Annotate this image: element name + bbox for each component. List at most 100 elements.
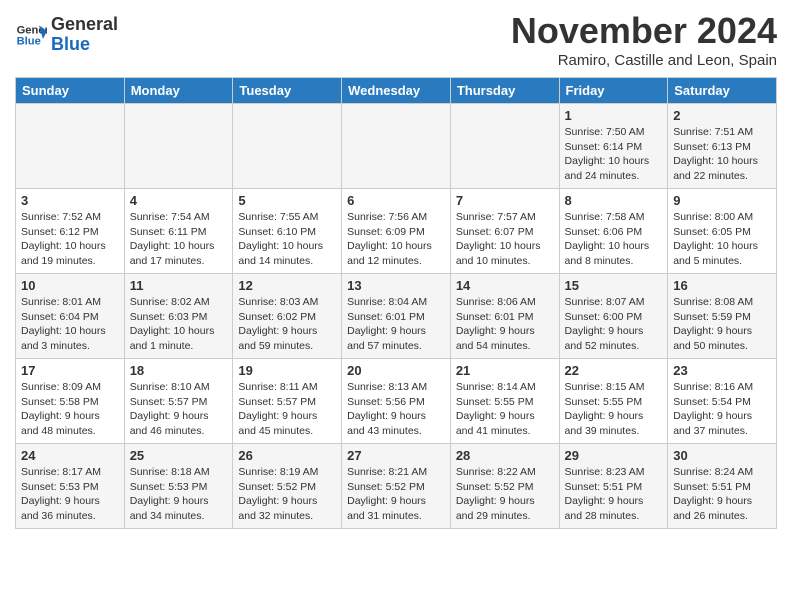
- week-row-3: 10Sunrise: 8:01 AM Sunset: 6:04 PM Dayli…: [16, 274, 777, 359]
- day-cell: 6 Sunrise: 7:56 AM Sunset: 6:09 PM Daylig…: [342, 189, 451, 274]
- day-cell: 18 Sunrise: 8:10 AM Sunset: 5:57 PM Dayli…: [124, 359, 233, 444]
- day-info: Sunrise: 7:56 AM Sunset: 6:09 PM Dayligh…: [347, 210, 445, 269]
- day-cell: [124, 104, 233, 189]
- day-info: Sunrise: 8:02 AM Sunset: 6:03 PM Dayligh…: [130, 295, 228, 354]
- day-number: 19: [238, 363, 336, 378]
- day-info: Sunrise: 8:19 AM Sunset: 5:52 PM Dayligh…: [238, 465, 336, 524]
- day-number: 30: [673, 448, 771, 463]
- svg-text:Blue: Blue: [17, 35, 41, 47]
- week-row-1: 1 Sunrise: 7:50 AM Sunset: 6:14 PM Daylig…: [16, 104, 777, 189]
- day-info: Sunrise: 8:11 AM Sunset: 5:57 PM Dayligh…: [238, 380, 336, 439]
- day-number: 12: [238, 278, 336, 293]
- day-cell: 4 Sunrise: 7:54 AM Sunset: 6:11 PM Daylig…: [124, 189, 233, 274]
- day-cell: 19 Sunrise: 8:11 AM Sunset: 5:57 PM Dayli…: [233, 359, 342, 444]
- logo: General Blue General Blue: [15, 15, 118, 55]
- day-info: Sunrise: 8:13 AM Sunset: 5:56 PM Dayligh…: [347, 380, 445, 439]
- subtitle: Ramiro, Castille and Leon, Spain: [511, 52, 777, 69]
- day-number: 3: [21, 193, 119, 208]
- day-number: 4: [130, 193, 228, 208]
- day-cell: 21Sunrise: 8:14 AM Sunset: 5:55 PM Dayli…: [450, 359, 559, 444]
- day-info: Sunrise: 7:58 AM Sunset: 6:06 PM Dayligh…: [565, 210, 663, 269]
- header-cell-wednesday: Wednesday: [342, 78, 451, 104]
- day-info: Sunrise: 7:54 AM Sunset: 6:11 PM Dayligh…: [130, 210, 228, 269]
- day-number: 9: [673, 193, 771, 208]
- day-cell: 8 Sunrise: 7:58 AM Sunset: 6:06 PM Daylig…: [559, 189, 668, 274]
- day-cell: [450, 104, 559, 189]
- day-number: 22: [565, 363, 663, 378]
- day-cell: 5 Sunrise: 7:55 AM Sunset: 6:10 PM Daylig…: [233, 189, 342, 274]
- calendar-table: SundayMondayTuesdayWednesdayThursdayFrid…: [15, 77, 777, 529]
- day-cell: 29Sunrise: 8:23 AM Sunset: 5:51 PM Dayli…: [559, 444, 668, 529]
- day-number: 2: [673, 108, 771, 123]
- day-cell: 26 Sunrise: 8:19 AM Sunset: 5:52 PM Dayli…: [233, 444, 342, 529]
- logo-text: General Blue: [51, 15, 118, 55]
- day-info: Sunrise: 8:08 AM Sunset: 5:59 PM Dayligh…: [673, 295, 771, 354]
- day-info: Sunrise: 8:01 AM Sunset: 6:04 PM Dayligh…: [21, 295, 119, 354]
- day-info: Sunrise: 8:00 AM Sunset: 6:05 PM Dayligh…: [673, 210, 771, 269]
- day-cell: 12Sunrise: 8:03 AM Sunset: 6:02 PM Dayli…: [233, 274, 342, 359]
- day-number: 20: [347, 363, 445, 378]
- day-cell: [233, 104, 342, 189]
- day-cell: 22 Sunrise: 8:15 AM Sunset: 5:55 PM Dayli…: [559, 359, 668, 444]
- day-number: 27: [347, 448, 445, 463]
- day-number: 11: [130, 278, 228, 293]
- header-cell-friday: Friday: [559, 78, 668, 104]
- header-cell-saturday: Saturday: [668, 78, 777, 104]
- day-number: 8: [565, 193, 663, 208]
- header-cell-thursday: Thursday: [450, 78, 559, 104]
- day-cell: 7 Sunrise: 7:57 AM Sunset: 6:07 PM Daylig…: [450, 189, 559, 274]
- header-row: SundayMondayTuesdayWednesdayThursdayFrid…: [16, 78, 777, 104]
- day-cell: 11 Sunrise: 8:02 AM Sunset: 6:03 PM Dayli…: [124, 274, 233, 359]
- day-cell: 25 Sunrise: 8:18 AM Sunset: 5:53 PM Dayli…: [124, 444, 233, 529]
- day-info: Sunrise: 8:18 AM Sunset: 5:53 PM Dayligh…: [130, 465, 228, 524]
- day-info: Sunrise: 8:24 AM Sunset: 5:51 PM Dayligh…: [673, 465, 771, 524]
- day-info: Sunrise: 8:15 AM Sunset: 5:55 PM Dayligh…: [565, 380, 663, 439]
- day-number: 25: [130, 448, 228, 463]
- day-info: Sunrise: 8:04 AM Sunset: 6:01 PM Dayligh…: [347, 295, 445, 354]
- day-number: 5: [238, 193, 336, 208]
- day-number: 18: [130, 363, 228, 378]
- day-number: 28: [456, 448, 554, 463]
- day-info: Sunrise: 7:50 AM Sunset: 6:14 PM Dayligh…: [565, 125, 663, 184]
- day-number: 14: [456, 278, 554, 293]
- header-cell-sunday: Sunday: [16, 78, 125, 104]
- day-info: Sunrise: 7:52 AM Sunset: 6:12 PM Dayligh…: [21, 210, 119, 269]
- week-row-2: 3 Sunrise: 7:52 AM Sunset: 6:12 PM Daylig…: [16, 189, 777, 274]
- day-number: 1: [565, 108, 663, 123]
- day-cell: [342, 104, 451, 189]
- day-info: Sunrise: 8:22 AM Sunset: 5:52 PM Dayligh…: [456, 465, 554, 524]
- day-cell: 20 Sunrise: 8:13 AM Sunset: 5:56 PM Dayli…: [342, 359, 451, 444]
- day-info: Sunrise: 8:23 AM Sunset: 5:51 PM Dayligh…: [565, 465, 663, 524]
- header-cell-tuesday: Tuesday: [233, 78, 342, 104]
- day-cell: 2 Sunrise: 7:51 AM Sunset: 6:13 PM Daylig…: [668, 104, 777, 189]
- day-info: Sunrise: 8:09 AM Sunset: 5:58 PM Dayligh…: [21, 380, 119, 439]
- week-row-5: 24Sunrise: 8:17 AM Sunset: 5:53 PM Dayli…: [16, 444, 777, 529]
- day-info: Sunrise: 8:06 AM Sunset: 6:01 PM Dayligh…: [456, 295, 554, 354]
- day-cell: 16 Sunrise: 8:08 AM Sunset: 5:59 PM Dayli…: [668, 274, 777, 359]
- day-cell: 1 Sunrise: 7:50 AM Sunset: 6:14 PM Daylig…: [559, 104, 668, 189]
- day-cell: 28 Sunrise: 8:22 AM Sunset: 5:52 PM Dayli…: [450, 444, 559, 529]
- calendar-header: SundayMondayTuesdayWednesdayThursdayFrid…: [16, 78, 777, 104]
- title-area: November 2024 Ramiro, Castille and Leon,…: [511, 10, 777, 69]
- day-info: Sunrise: 8:07 AM Sunset: 6:00 PM Dayligh…: [565, 295, 663, 354]
- header: General Blue General Blue November 2024 …: [15, 10, 777, 69]
- day-cell: 17Sunrise: 8:09 AM Sunset: 5:58 PM Dayli…: [16, 359, 125, 444]
- day-info: Sunrise: 7:57 AM Sunset: 6:07 PM Dayligh…: [456, 210, 554, 269]
- day-info: Sunrise: 8:10 AM Sunset: 5:57 PM Dayligh…: [130, 380, 228, 439]
- day-number: 23: [673, 363, 771, 378]
- day-cell: 3 Sunrise: 7:52 AM Sunset: 6:12 PM Daylig…: [16, 189, 125, 274]
- day-number: 16: [673, 278, 771, 293]
- day-info: Sunrise: 7:51 AM Sunset: 6:13 PM Dayligh…: [673, 125, 771, 184]
- day-number: 15: [565, 278, 663, 293]
- day-cell: 24Sunrise: 8:17 AM Sunset: 5:53 PM Dayli…: [16, 444, 125, 529]
- day-number: 7: [456, 193, 554, 208]
- day-number: 26: [238, 448, 336, 463]
- day-cell: 15 Sunrise: 8:07 AM Sunset: 6:00 PM Dayli…: [559, 274, 668, 359]
- day-number: 6: [347, 193, 445, 208]
- day-info: Sunrise: 8:17 AM Sunset: 5:53 PM Dayligh…: [21, 465, 119, 524]
- day-info: Sunrise: 7:55 AM Sunset: 6:10 PM Dayligh…: [238, 210, 336, 269]
- day-info: Sunrise: 8:16 AM Sunset: 5:54 PM Dayligh…: [673, 380, 771, 439]
- day-cell: [16, 104, 125, 189]
- day-cell: 30 Sunrise: 8:24 AM Sunset: 5:51 PM Dayli…: [668, 444, 777, 529]
- week-row-4: 17Sunrise: 8:09 AM Sunset: 5:58 PM Dayli…: [16, 359, 777, 444]
